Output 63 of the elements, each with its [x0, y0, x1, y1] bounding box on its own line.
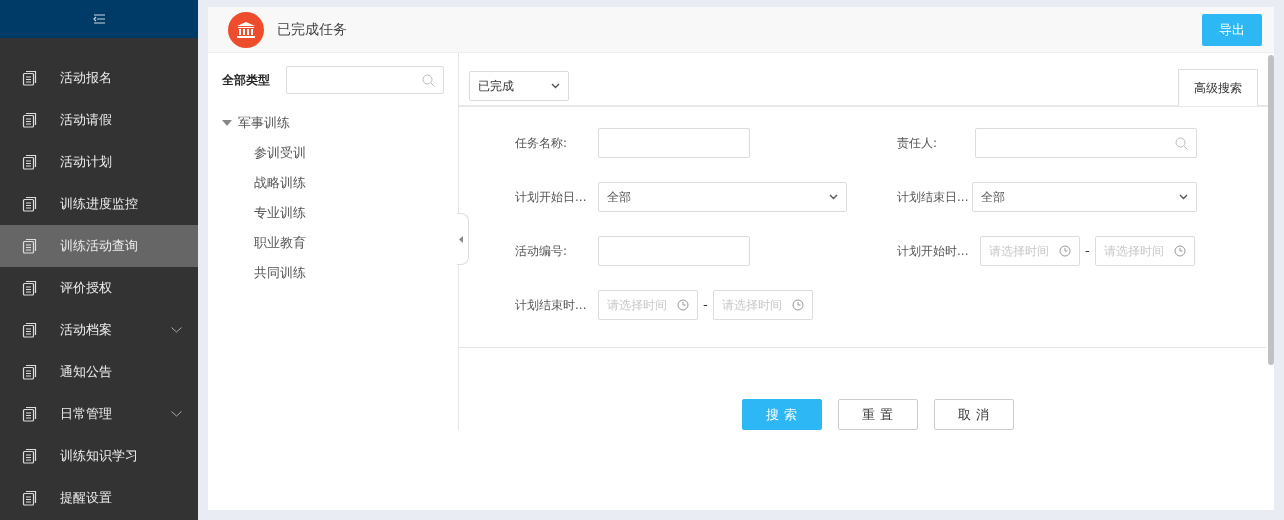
- sidebar-item[interactable]: 训练进度监控: [0, 183, 198, 225]
- field-label: 计划结束时...: [515, 297, 588, 314]
- clock-icon: [1173, 245, 1186, 257]
- tree-node[interactable]: 参训受训: [254, 143, 306, 163]
- tree-node[interactable]: 专业训练: [254, 203, 306, 223]
- collapse-handle[interactable]: [457, 213, 469, 265]
- document-icon: [22, 364, 38, 380]
- search-tab[interactable]: 高级搜索: [1178, 69, 1258, 106]
- document-icon: [22, 154, 38, 170]
- action-button[interactable]: 取 消: [933, 399, 1014, 430]
- sidebar-item[interactable]: 活动请假: [0, 99, 198, 141]
- chevron-down-icon: [829, 194, 838, 200]
- sidebar-item[interactable]: 日常管理: [0, 393, 198, 435]
- chevron-down-icon: [551, 83, 560, 89]
- document-icon: [22, 196, 38, 212]
- sidebar-item[interactable]: 通知公告: [0, 351, 198, 393]
- sidebar-item[interactable]: 训练活动查询: [0, 225, 198, 267]
- select-field[interactable]: 全部: [598, 182, 847, 212]
- clock-icon: [791, 299, 804, 311]
- input-field[interactable]: [598, 128, 750, 158]
- tree-node[interactable]: 军事训练: [238, 113, 290, 133]
- chevron-down-icon: [1179, 194, 1188, 200]
- action-button[interactable]: 重 置: [837, 399, 918, 430]
- range-separator: -: [703, 296, 708, 315]
- caret-icon[interactable]: [222, 120, 232, 126]
- tree-node[interactable]: 职业教育: [254, 233, 306, 253]
- search-field[interactable]: [286, 66, 444, 94]
- document-icon: [22, 238, 38, 254]
- sidebar-item[interactable]: 活动报名: [0, 57, 198, 99]
- sidebar-item[interactable]: 评价授权: [0, 267, 198, 309]
- document-icon: [22, 70, 38, 86]
- sidebar-item[interactable]: 提醒设置: [0, 477, 198, 519]
- building-icon: [228, 11, 264, 48]
- field-label: 活动编号:: [515, 243, 569, 260]
- range-separator: -: [1085, 242, 1090, 261]
- tree-node[interactable]: 共同训练: [254, 263, 306, 283]
- field-label: 任务名称:: [515, 135, 569, 152]
- sidebar-item[interactable]: 活动档案: [0, 309, 198, 351]
- search-field[interactable]: [975, 128, 1197, 158]
- menu-icon[interactable]: [92, 14, 106, 24]
- page-title: 已完成任务: [277, 20, 347, 39]
- category-label: 全部类型: [222, 72, 270, 89]
- document-icon: [22, 448, 38, 464]
- clock-icon: [1059, 245, 1071, 257]
- sidebar-item[interactable]: 活动计划: [0, 141, 198, 183]
- sidebar-item[interactable]: 训练知识学习: [0, 435, 198, 477]
- document-icon: [22, 490, 38, 506]
- scrollbar[interactable]: [1268, 55, 1274, 365]
- document-icon: [22, 280, 38, 296]
- field-label: 计划开始时...: [897, 243, 970, 260]
- document-icon: [22, 322, 38, 338]
- clock-icon: [677, 299, 689, 311]
- field-label: 计划开始日...: [515, 189, 588, 206]
- field-label: 责任人:: [897, 135, 939, 152]
- document-icon: [22, 406, 38, 422]
- status-select[interactable]: 已完成: [469, 71, 569, 101]
- select-field[interactable]: 全部: [971, 182, 1197, 212]
- tree-node[interactable]: 战略训练: [254, 173, 306, 193]
- search-icon[interactable]: [422, 73, 435, 87]
- search-icon[interactable]: [1175, 136, 1188, 150]
- field-label: 计划结束日...: [897, 189, 970, 206]
- input-field[interactable]: [598, 236, 750, 266]
- document-icon: [22, 112, 38, 128]
